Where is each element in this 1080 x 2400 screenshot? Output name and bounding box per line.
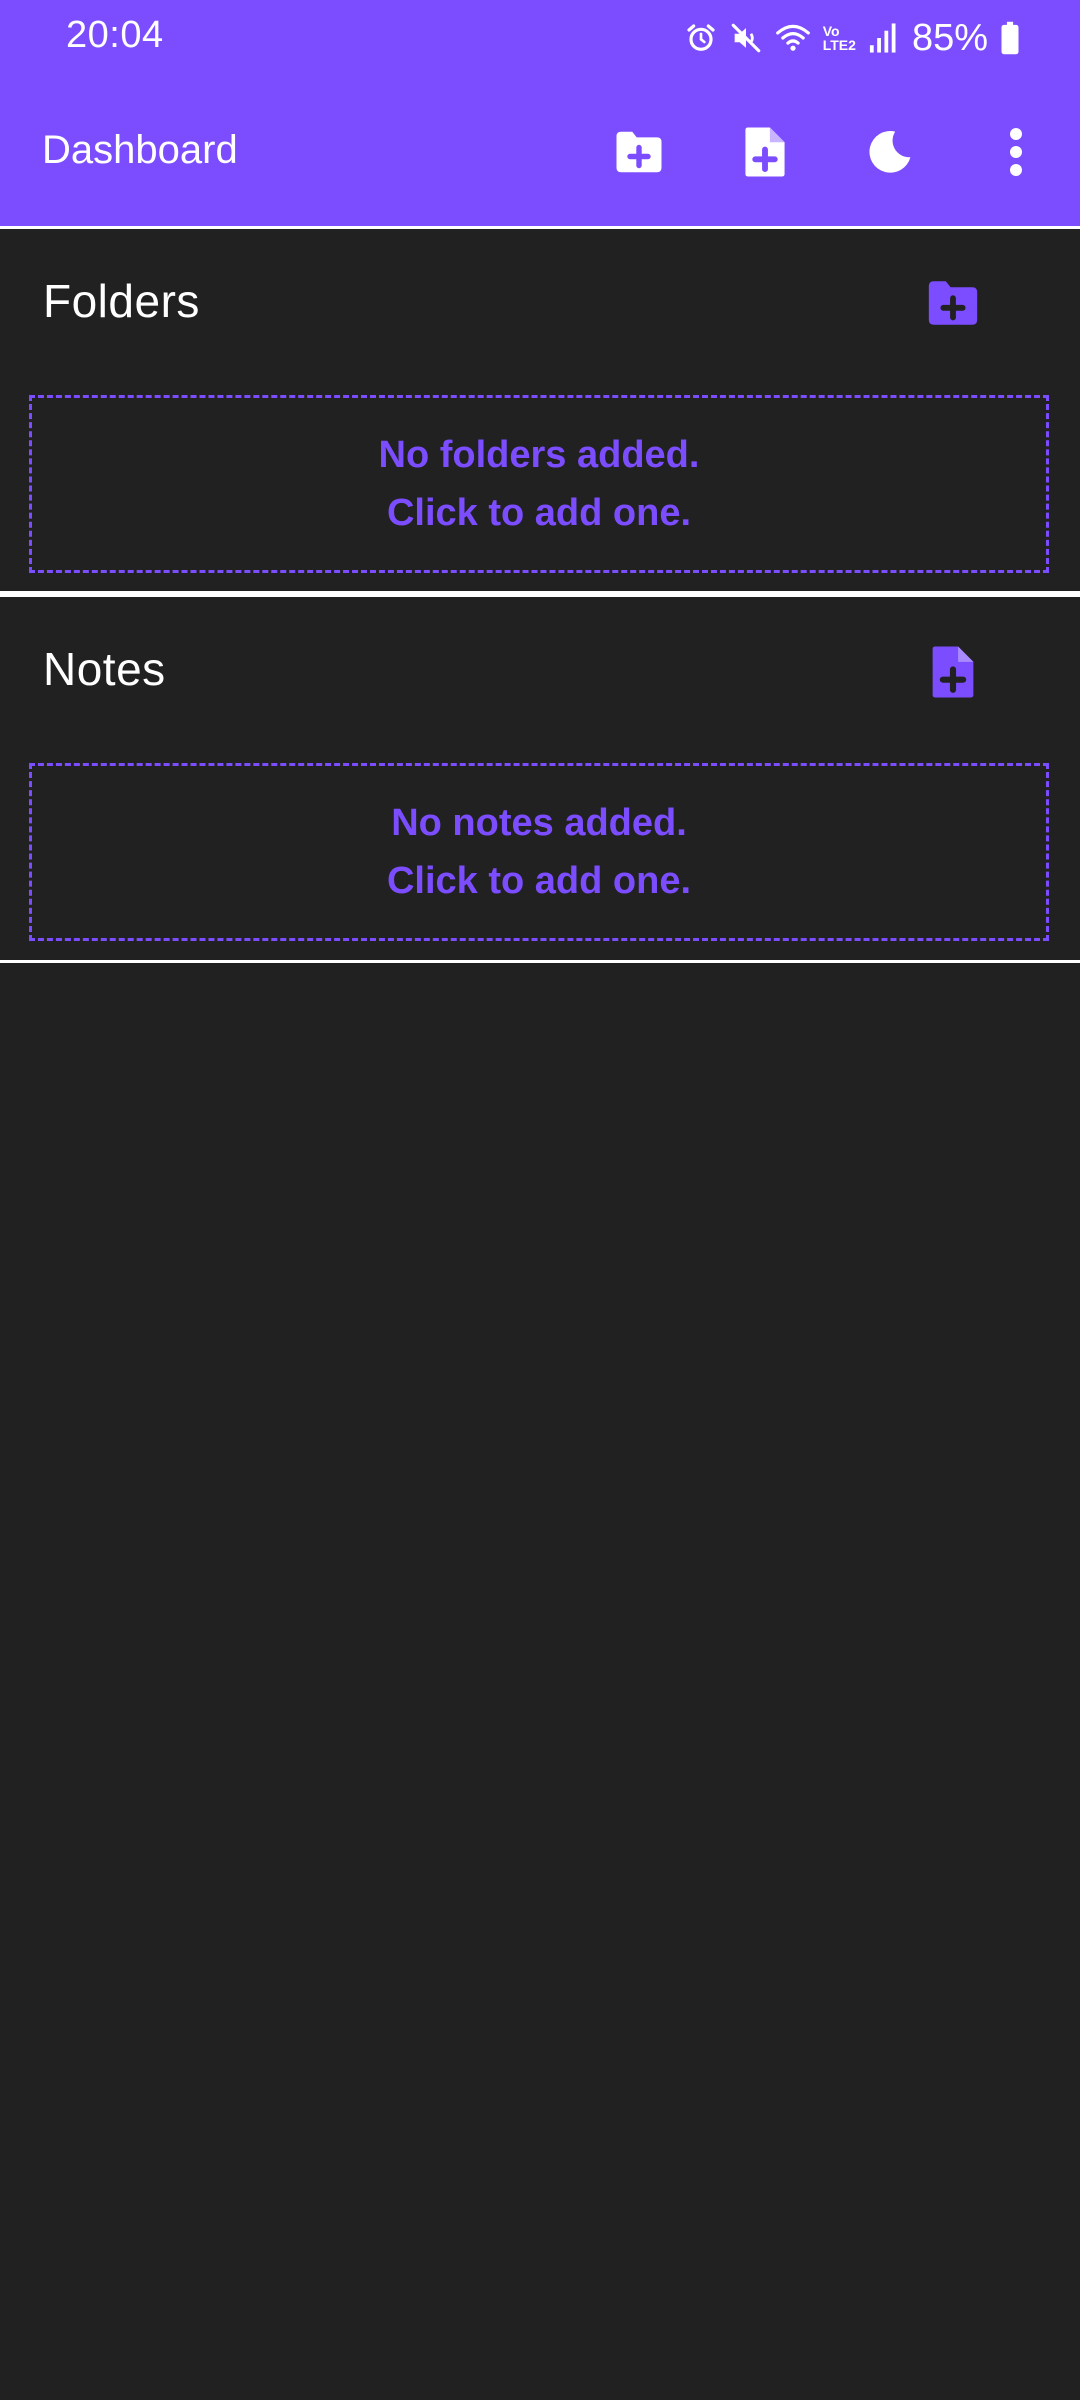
add-note-button[interactable] bbox=[721, 108, 809, 196]
notes-empty-placeholder[interactable]: No notes added. Click to add one. bbox=[29, 763, 1049, 941]
divider-notes bbox=[0, 960, 1080, 963]
notes-title: Notes bbox=[43, 643, 166, 695]
more-vert-icon bbox=[1010, 128, 1022, 176]
mute-icon bbox=[729, 21, 763, 55]
volte-icon: Vo LTE2 bbox=[823, 24, 856, 52]
folders-empty-line1: No folders added. bbox=[378, 434, 700, 476]
dark-mode-button[interactable] bbox=[846, 108, 934, 196]
add-folder-button[interactable] bbox=[595, 108, 683, 196]
dark-mode-moon-icon bbox=[869, 130, 911, 173]
wifi-icon bbox=[775, 22, 811, 54]
status-bar: 20:04 Vo LTE2 85% bbox=[0, 0, 1080, 78]
add-folder-icon bbox=[928, 281, 978, 325]
divider-folders bbox=[0, 591, 1080, 597]
folders-empty-line2: Click to add one. bbox=[386, 492, 692, 534]
battery-icon bbox=[1000, 21, 1020, 55]
status-time: 20:04 bbox=[66, 14, 164, 56]
status-icons: Vo LTE2 85% bbox=[673, 16, 1020, 60]
notes-empty-line1: No notes added. bbox=[391, 802, 687, 844]
alarm-icon bbox=[685, 22, 717, 54]
notes-empty-line2: Click to add one. bbox=[386, 860, 692, 902]
more-options-button[interactable] bbox=[972, 108, 1060, 196]
add-folder-icon bbox=[616, 131, 662, 173]
add-note-icon bbox=[932, 646, 974, 698]
top-bar: 20:04 Vo LTE2 85% Dashboard bbox=[0, 0, 1080, 226]
signal-icon bbox=[868, 22, 898, 54]
divider-top bbox=[0, 226, 1080, 229]
add-note-section-button[interactable] bbox=[913, 632, 993, 712]
add-note-icon bbox=[745, 127, 785, 177]
volte-label-bottom: LTE2 bbox=[822, 37, 856, 53]
page-title: Dashboard bbox=[42, 128, 238, 172]
add-folder-section-button[interactable] bbox=[913, 263, 993, 343]
app-bar: Dashboard bbox=[0, 78, 1080, 226]
folders-empty-placeholder[interactable]: No folders added. Click to add one. bbox=[29, 395, 1049, 573]
battery-percent: 85% bbox=[911, 16, 988, 59]
folders-title: Folders bbox=[43, 275, 200, 327]
